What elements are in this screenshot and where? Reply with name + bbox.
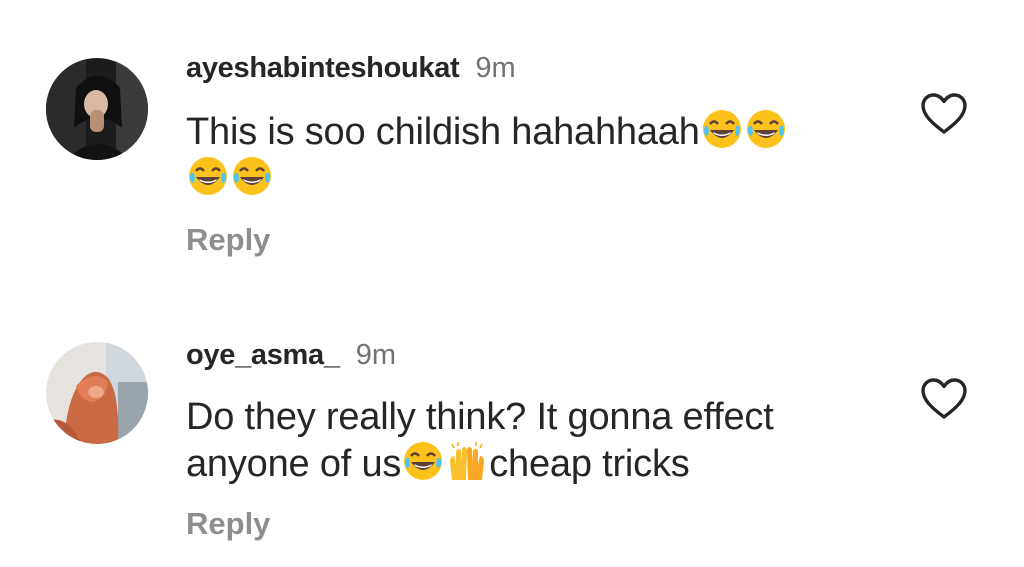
comment-header: oye_asma_ 9m: [186, 339, 396, 379]
comment-text: This is soo childish hahahhaah: [186, 108, 866, 202]
timestamp: 9m: [475, 52, 516, 84]
comment-text-part: This is soo childish hahahhaah: [186, 111, 700, 153]
username[interactable]: ayeshabinteshoukat: [186, 52, 460, 85]
tears-of-joy-emoji-icon: [187, 155, 229, 197]
tears-of-joy-emoji-icon: [701, 108, 743, 150]
tears-of-joy-emoji-icon: [402, 440, 444, 482]
reply-button[interactable]: Reply: [186, 222, 270, 258]
timestamp: 9m: [355, 339, 396, 371]
comment-header: ayeshabinteshoukat 9m: [186, 52, 516, 92]
tears-of-joy-emoji-icon: [231, 155, 273, 197]
comment-text: Do they really think? It gonna effect an…: [186, 394, 846, 487]
avatar[interactable]: [46, 58, 148, 160]
comment-text-part: cheap tricks: [489, 443, 690, 485]
heart-outline-icon[interactable]: [920, 377, 968, 421]
raising-hands-emoji-icon: [446, 440, 488, 482]
tears-of-joy-emoji-icon: [745, 108, 787, 150]
comment-item: oye_asma_ 9m Do they really think? It go…: [0, 284, 1024, 567]
reply-button[interactable]: Reply: [186, 506, 270, 542]
comment-item: ayeshabinteshoukat 9m This is soo childi…: [0, 0, 1024, 284]
avatar[interactable]: [46, 342, 148, 444]
heart-outline-icon[interactable]: [920, 92, 968, 136]
username[interactable]: oye_asma_: [186, 339, 340, 372]
